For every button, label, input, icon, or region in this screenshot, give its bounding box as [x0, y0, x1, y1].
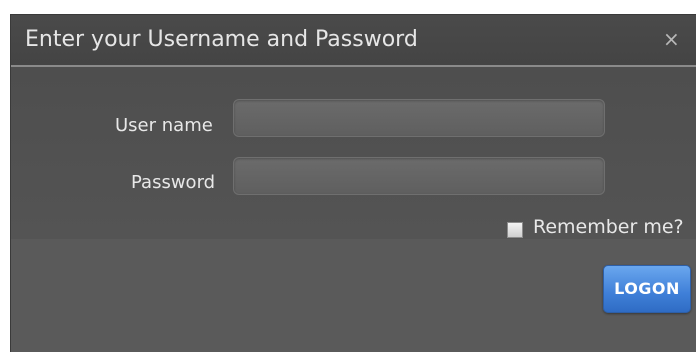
- dialog-title: Enter your Username and Password: [25, 27, 418, 52]
- logon-button[interactable]: LOGON: [603, 265, 691, 313]
- username-label: User name: [115, 115, 213, 136]
- close-icon[interactable]: ×: [663, 28, 680, 50]
- login-dialog: Enter your Username and Password × User …: [10, 14, 696, 352]
- username-input[interactable]: [233, 99, 605, 137]
- form-panel: [11, 67, 696, 239]
- password-input[interactable]: [233, 157, 605, 195]
- password-label: Password: [131, 172, 216, 193]
- remember-me-label[interactable]: Remember me?: [533, 216, 684, 238]
- form-footer: [11, 239, 696, 352]
- remember-me-checkbox[interactable]: [507, 222, 523, 238]
- dialog-titlebar: Enter your Username and Password ×: [11, 15, 696, 67]
